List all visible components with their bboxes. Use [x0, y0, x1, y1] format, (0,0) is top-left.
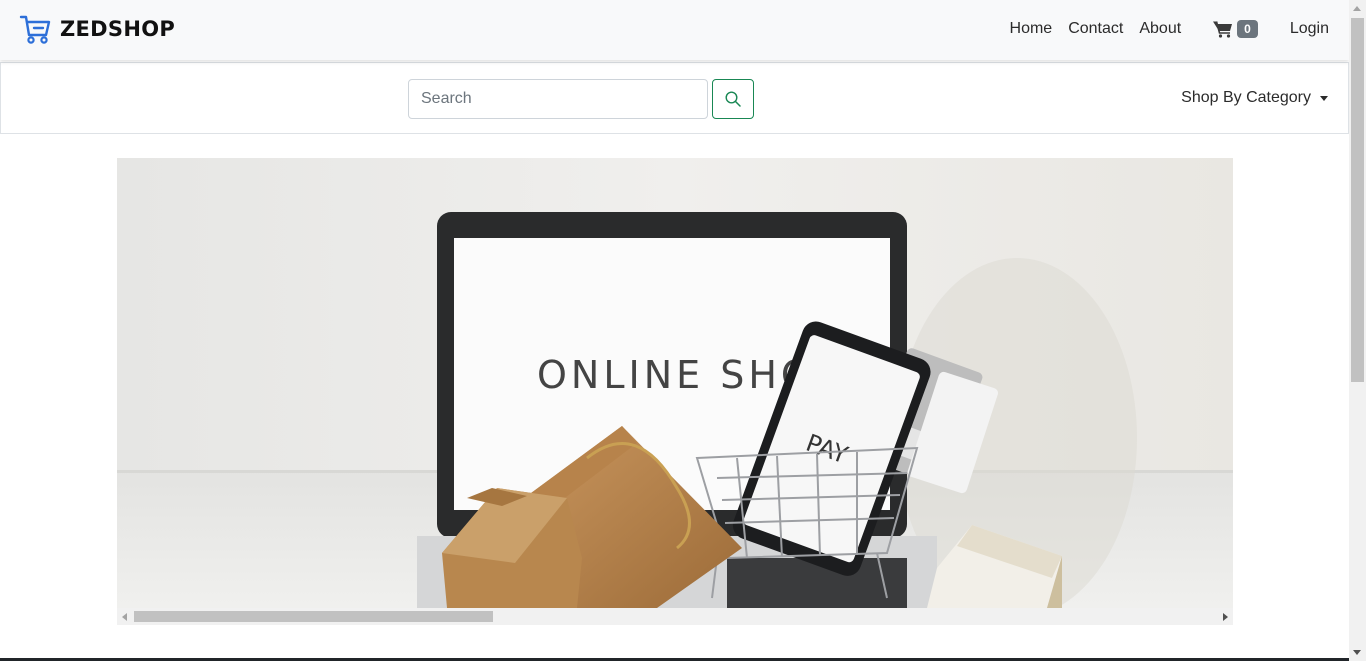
vertical-scrollbar[interactable] — [1349, 0, 1366, 661]
horizontal-scroll-thumb[interactable] — [134, 611, 493, 622]
top-navbar: ZEDSHOP Home Contact About 0 Login — [0, 0, 1349, 60]
search-icon — [725, 91, 741, 107]
brand-link[interactable]: ZEDSHOP — [19, 13, 175, 45]
scroll-down-arrow-icon[interactable] — [1353, 650, 1361, 655]
caret-down-icon — [1320, 95, 1328, 101]
search-input[interactable] — [408, 79, 708, 119]
scroll-up-arrow-icon[interactable] — [1353, 6, 1361, 11]
search-button[interactable] — [712, 79, 754, 119]
category-label: Shop By Category — [1181, 89, 1311, 106]
shopping-cart-icon — [19, 15, 51, 44]
cart-icon — [1213, 21, 1233, 38]
nav-link-home[interactable]: Home — [1010, 20, 1053, 38]
content-area: ZEDSHOP Home Contact About 0 Login Searc… — [0, 0, 1349, 661]
nav-links: Home Contact About 0 Login — [994, 0, 1329, 58]
login-link[interactable]: Login — [1290, 20, 1329, 38]
horizontal-scrollbar[interactable] — [117, 608, 1233, 625]
scroll-left-arrow-icon[interactable] — [122, 613, 127, 621]
page: ZEDSHOP Home Contact About 0 Login Searc… — [0, 0, 1366, 661]
cart-button[interactable]: 0 — [1213, 20, 1258, 38]
hero-banner-image: ONLINE SHOPPING PAY — [117, 158, 1233, 608]
nav-link-about[interactable]: About — [1139, 20, 1181, 38]
shop-by-category-dropdown[interactable]: Shop By Category — [1181, 89, 1328, 107]
search-bar: Shop By Category — [0, 62, 1349, 134]
online-shopping-illustration: ONLINE SHOPPING PAY — [117, 158, 1233, 608]
nav-link-contact[interactable]: Contact — [1068, 20, 1123, 38]
vertical-scroll-thumb[interactable] — [1351, 18, 1364, 382]
scroll-right-arrow-icon[interactable] — [1223, 613, 1228, 621]
brand-name: ZEDSHOP — [60, 17, 176, 41]
cart-count-badge: 0 — [1237, 20, 1258, 38]
